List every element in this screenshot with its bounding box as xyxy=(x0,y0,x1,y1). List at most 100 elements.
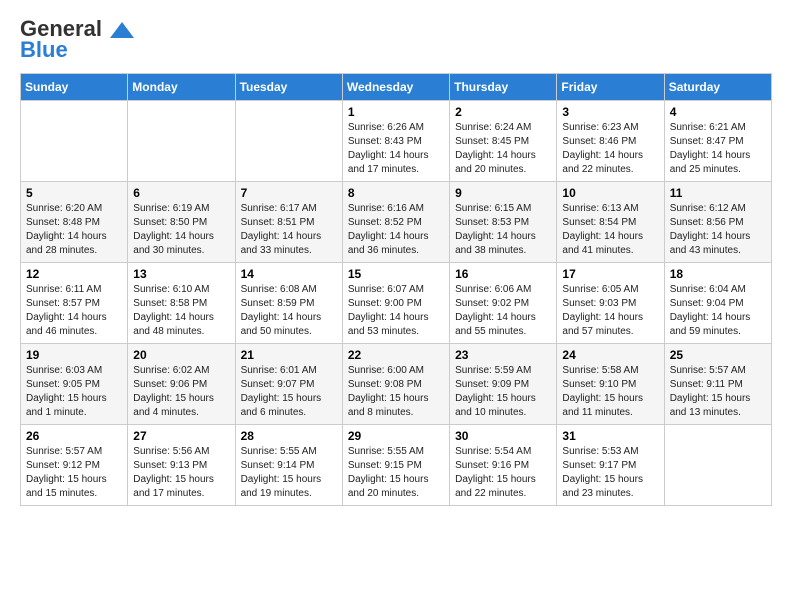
day-number: 29 xyxy=(348,429,444,443)
day-number: 4 xyxy=(670,105,766,119)
day-info: Sunrise: 6:03 AM Sunset: 9:05 PM Dayligh… xyxy=(26,364,122,420)
calendar-table: SundayMondayTuesdayWednesdayThursdayFrid… xyxy=(20,73,772,506)
calendar-cell: 17 Sunrise: 6:05 AM Sunset: 9:03 PM Dayli… xyxy=(557,263,664,344)
day-number: 30 xyxy=(455,429,551,443)
calendar-cell: 25 Sunrise: 5:57 AM Sunset: 9:11 PM Dayli… xyxy=(664,344,771,425)
calendar-cell: 26 Sunrise: 5:57 AM Sunset: 9:12 PM Dayli… xyxy=(21,425,128,506)
col-header-friday: Friday xyxy=(557,74,664,101)
calendar-week-3: 12Sunrise: 6:11 AM Sunset: 8:57 PM Dayli… xyxy=(21,263,772,344)
day-info: Sunrise: 5:53 AM Sunset: 9:17 PM Dayligh… xyxy=(562,445,658,501)
day-number: 27 xyxy=(133,429,229,443)
calendar-cell: 4Sunrise: 6:21 AM Sunset: 8:47 PM Daylig… xyxy=(664,101,771,182)
calendar-week-5: 26 Sunrise: 5:57 AM Sunset: 9:12 PM Dayli… xyxy=(21,425,772,506)
day-info: Sunrise: 6:15 AM Sunset: 8:53 PM Dayligh… xyxy=(455,202,551,258)
day-number: 8 xyxy=(348,186,444,200)
day-info: Sunrise: 6:04 AM Sunset: 9:04 PM Dayligh… xyxy=(670,283,766,339)
calendar-cell: 16 Sunrise: 6:06 AM Sunset: 9:02 PM Dayli… xyxy=(450,263,557,344)
day-number: 17 xyxy=(562,267,658,281)
day-info: Sunrise: 6:26 AM Sunset: 8:43 PM Dayligh… xyxy=(348,121,444,177)
logo: General Blue xyxy=(20,16,134,63)
day-number: 18 xyxy=(670,267,766,281)
day-number: 24 xyxy=(562,348,658,362)
calendar-cell: 21Sunrise: 6:01 AM Sunset: 9:07 PM Dayli… xyxy=(235,344,342,425)
day-info: Sunrise: 6:24 AM Sunset: 8:45 PM Dayligh… xyxy=(455,121,551,177)
day-number: 3 xyxy=(562,105,658,119)
col-header-sunday: Sunday xyxy=(21,74,128,101)
day-number: 23 xyxy=(455,348,551,362)
day-info: Sunrise: 5:54 AM Sunset: 9:16 PM Dayligh… xyxy=(455,445,551,501)
calendar-cell: 8 Sunrise: 6:16 AM Sunset: 8:52 PM Daylig… xyxy=(342,182,449,263)
day-info: Sunrise: 6:23 AM Sunset: 8:46 PM Dayligh… xyxy=(562,121,658,177)
day-info: Sunrise: 6:07 AM Sunset: 9:00 PM Dayligh… xyxy=(348,283,444,339)
day-info: Sunrise: 6:00 AM Sunset: 9:08 PM Dayligh… xyxy=(348,364,444,420)
day-number: 26 xyxy=(26,429,122,443)
logo-icon xyxy=(110,20,134,40)
calendar-cell: 7 Sunrise: 6:17 AM Sunset: 8:51 PM Daylig… xyxy=(235,182,342,263)
calendar-cell: 5Sunrise: 6:20 AM Sunset: 8:48 PM Daylig… xyxy=(21,182,128,263)
day-info: Sunrise: 5:57 AM Sunset: 9:12 PM Dayligh… xyxy=(26,445,122,501)
calendar-week-1: 1 Sunrise: 6:26 AM Sunset: 8:43 PM Daylig… xyxy=(21,101,772,182)
day-number: 12 xyxy=(26,267,122,281)
day-number: 7 xyxy=(241,186,337,200)
col-header-saturday: Saturday xyxy=(664,74,771,101)
col-header-thursday: Thursday xyxy=(450,74,557,101)
col-header-monday: Monday xyxy=(128,74,235,101)
day-info: Sunrise: 6:12 AM Sunset: 8:56 PM Dayligh… xyxy=(670,202,766,258)
day-info: Sunrise: 5:57 AM Sunset: 9:11 PM Dayligh… xyxy=(670,364,766,420)
day-info: Sunrise: 6:17 AM Sunset: 8:51 PM Dayligh… xyxy=(241,202,337,258)
calendar-cell xyxy=(664,425,771,506)
day-info: Sunrise: 5:59 AM Sunset: 9:09 PM Dayligh… xyxy=(455,364,551,420)
calendar-cell: 19Sunrise: 6:03 AM Sunset: 9:05 PM Dayli… xyxy=(21,344,128,425)
calendar-cell: 10 Sunrise: 6:13 AM Sunset: 8:54 PM Dayli… xyxy=(557,182,664,263)
day-number: 31 xyxy=(562,429,658,443)
day-info: Sunrise: 6:20 AM Sunset: 8:48 PM Dayligh… xyxy=(26,202,122,258)
calendar-header-row: SundayMondayTuesdayWednesdayThursdayFrid… xyxy=(21,74,772,101)
day-info: Sunrise: 6:10 AM Sunset: 8:58 PM Dayligh… xyxy=(133,283,229,339)
calendar-cell: 13 Sunrise: 6:10 AM Sunset: 8:58 PM Dayli… xyxy=(128,263,235,344)
day-info: Sunrise: 6:13 AM Sunset: 8:54 PM Dayligh… xyxy=(562,202,658,258)
calendar-cell: 14 Sunrise: 6:08 AM Sunset: 8:59 PM Dayli… xyxy=(235,263,342,344)
day-number: 28 xyxy=(241,429,337,443)
calendar-cell: 9 Sunrise: 6:15 AM Sunset: 8:53 PM Daylig… xyxy=(450,182,557,263)
calendar-cell: 28 Sunrise: 5:55 AM Sunset: 9:14 PM Dayli… xyxy=(235,425,342,506)
calendar-cell: 23 Sunrise: 5:59 AM Sunset: 9:09 PM Dayli… xyxy=(450,344,557,425)
day-info: Sunrise: 5:56 AM Sunset: 9:13 PM Dayligh… xyxy=(133,445,229,501)
day-info: Sunrise: 6:01 AM Sunset: 9:07 PM Dayligh… xyxy=(241,364,337,420)
day-number: 13 xyxy=(133,267,229,281)
calendar-week-4: 19Sunrise: 6:03 AM Sunset: 9:05 PM Dayli… xyxy=(21,344,772,425)
day-number: 6 xyxy=(133,186,229,200)
calendar-cell: 24 Sunrise: 5:58 AM Sunset: 9:10 PM Dayli… xyxy=(557,344,664,425)
calendar-cell: 12Sunrise: 6:11 AM Sunset: 8:57 PM Dayli… xyxy=(21,263,128,344)
day-number: 15 xyxy=(348,267,444,281)
day-info: Sunrise: 6:19 AM Sunset: 8:50 PM Dayligh… xyxy=(133,202,229,258)
calendar-cell: 18 Sunrise: 6:04 AM Sunset: 9:04 PM Dayli… xyxy=(664,263,771,344)
day-info: Sunrise: 6:05 AM Sunset: 9:03 PM Dayligh… xyxy=(562,283,658,339)
day-info: Sunrise: 5:58 AM Sunset: 9:10 PM Dayligh… xyxy=(562,364,658,420)
day-info: Sunrise: 6:08 AM Sunset: 8:59 PM Dayligh… xyxy=(241,283,337,339)
day-number: 9 xyxy=(455,186,551,200)
calendar-cell xyxy=(235,101,342,182)
day-info: Sunrise: 6:06 AM Sunset: 9:02 PM Dayligh… xyxy=(455,283,551,339)
day-info: Sunrise: 5:55 AM Sunset: 9:15 PM Dayligh… xyxy=(348,445,444,501)
calendar-cell: 27 Sunrise: 5:56 AM Sunset: 9:13 PM Dayli… xyxy=(128,425,235,506)
calendar-cell xyxy=(128,101,235,182)
calendar-cell: 2Sunrise: 6:24 AM Sunset: 8:45 PM Daylig… xyxy=(450,101,557,182)
day-number: 25 xyxy=(670,348,766,362)
day-info: Sunrise: 6:16 AM Sunset: 8:52 PM Dayligh… xyxy=(348,202,444,258)
day-number: 10 xyxy=(562,186,658,200)
calendar-cell: 6 Sunrise: 6:19 AM Sunset: 8:50 PM Daylig… xyxy=(128,182,235,263)
day-number: 16 xyxy=(455,267,551,281)
calendar-cell: 22 Sunrise: 6:00 AM Sunset: 9:08 PM Dayli… xyxy=(342,344,449,425)
col-header-wednesday: Wednesday xyxy=(342,74,449,101)
day-info: Sunrise: 5:55 AM Sunset: 9:14 PM Dayligh… xyxy=(241,445,337,501)
calendar-cell: 29 Sunrise: 5:55 AM Sunset: 9:15 PM Dayli… xyxy=(342,425,449,506)
day-info: Sunrise: 6:02 AM Sunset: 9:06 PM Dayligh… xyxy=(133,364,229,420)
calendar-cell: 20Sunrise: 6:02 AM Sunset: 9:06 PM Dayli… xyxy=(128,344,235,425)
calendar-cell: 1 Sunrise: 6:26 AM Sunset: 8:43 PM Daylig… xyxy=(342,101,449,182)
day-number: 22 xyxy=(348,348,444,362)
day-number: 1 xyxy=(348,105,444,119)
day-number: 14 xyxy=(241,267,337,281)
calendar-cell: 11Sunrise: 6:12 AM Sunset: 8:56 PM Dayli… xyxy=(664,182,771,263)
calendar-week-2: 5Sunrise: 6:20 AM Sunset: 8:48 PM Daylig… xyxy=(21,182,772,263)
calendar-cell: 31 Sunrise: 5:53 AM Sunset: 9:17 PM Dayli… xyxy=(557,425,664,506)
